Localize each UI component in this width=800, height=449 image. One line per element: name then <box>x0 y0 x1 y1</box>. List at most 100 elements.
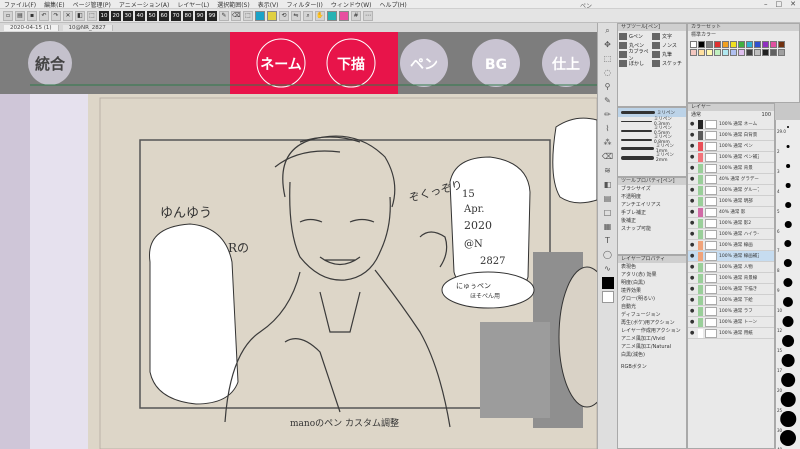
effect-row[interactable]: 表現色 <box>618 263 686 271</box>
pencil-icon[interactable]: ✏ <box>602 109 614 121</box>
effect-row[interactable]: レイヤー作成用アクション <box>618 327 686 335</box>
canvas-tab-2[interactable]: 10@NR_2827 <box>62 24 113 31</box>
brush-size-option[interactable] <box>786 145 790 148</box>
brush-size-preset-70[interactable]: 70 <box>171 10 181 21</box>
prop-post-correction[interactable]: 後補正 <box>618 217 686 225</box>
layer-color-icon[interactable] <box>339 10 349 21</box>
brush-size-preset-99[interactable]: 99 <box>207 10 217 21</box>
brush-size-preset-90[interactable]: 90 <box>195 10 205 21</box>
eye-icon[interactable]: ● <box>690 242 696 248</box>
brush-size-preset-10[interactable]: 10 <box>99 10 109 21</box>
color-swatch[interactable] <box>738 41 745 48</box>
select-icon[interactable]: ⬚ <box>602 53 614 65</box>
eye-icon[interactable]: ● <box>690 121 696 127</box>
layer-row[interactable]: ● 100% 通常 トーン <box>688 317 774 328</box>
menu-select[interactable]: 選択範囲(S) <box>213 0 254 9</box>
brush-size-preset-60[interactable]: 60 <box>159 10 169 21</box>
brush-size-option[interactable] <box>785 183 791 188</box>
figure-icon[interactable]: □ <box>602 207 614 219</box>
move-icon[interactable]: ✥ <box>602 39 614 51</box>
color-swatch[interactable] <box>698 41 705 48</box>
eye-icon[interactable]: ● <box>690 330 696 336</box>
fill-icon[interactable]: ◧ <box>602 179 614 191</box>
menu-window[interactable]: ウィンドウ(W) <box>327 0 376 9</box>
eye-icon[interactable]: ● <box>690 253 696 259</box>
layer-row[interactable]: ● 100% 通常 線画 <box>688 240 774 251</box>
eye-icon[interactable]: ● <box>690 209 696 215</box>
menu-help[interactable]: ヘルプ(H) <box>375 0 410 9</box>
color-swatch[interactable] <box>746 41 753 48</box>
eraser-icon[interactable]: ⌫ <box>602 151 614 163</box>
save-icon[interactable]: ▪ <box>27 10 37 21</box>
sub-tool-sketch[interactable]: スケッチ <box>652 59 685 68</box>
effect-row[interactable]: アニメ風加工/Natural <box>618 343 686 351</box>
close-icon[interactable]: ✕ <box>790 0 796 8</box>
effect-row[interactable]: グロー(明るい) <box>618 295 686 303</box>
background-color-icon[interactable] <box>601 291 614 303</box>
blend-mode[interactable]: 通常 <box>691 111 701 119</box>
eye-icon[interactable]: ● <box>690 275 696 281</box>
prop-opacity[interactable]: 不透明度 <box>618 193 686 201</box>
brush-size-option[interactable] <box>784 221 792 228</box>
sub-tool-kabura[interactable]: カブラペン <box>619 49 652 62</box>
eye-icon[interactable]: ● <box>690 165 696 171</box>
brush-size-option[interactable] <box>780 411 796 427</box>
selection-icon[interactable]: ⬚ <box>243 10 253 21</box>
effect-row[interactable]: 境界効果 <box>618 287 686 295</box>
eye-icon[interactable]: ● <box>690 198 696 204</box>
color-swatch[interactable] <box>722 41 729 48</box>
menu-page[interactable]: ページ管理(P) <box>69 0 115 9</box>
gradient-icon[interactable]: ▤ <box>602 193 614 205</box>
brush-size-option[interactable] <box>782 316 794 327</box>
color-swatch[interactable] <box>706 41 713 48</box>
color-swatch[interactable] <box>738 49 745 56</box>
rgb-button[interactable]: RGBボタン <box>618 363 686 371</box>
brush-size-option[interactable] <box>785 202 791 208</box>
prop-stabilization[interactable]: 手ブレ補正 <box>618 209 686 217</box>
fill-icon[interactable]: ◧ <box>75 10 85 21</box>
eye-icon[interactable]: ● <box>690 264 696 270</box>
sub-tool-g-pen[interactable]: Gペン <box>619 32 652 41</box>
eye-icon[interactable]: ● <box>690 154 696 160</box>
color-swatch[interactable] <box>778 49 785 56</box>
hand-icon[interactable]: ✋ <box>315 10 325 21</box>
eye-icon[interactable]: ● <box>690 176 696 182</box>
sub-tool-text[interactable]: 文字 <box>652 32 685 41</box>
prop-antialias[interactable]: アンチエイリアス <box>618 201 686 209</box>
foreground-color-icon[interactable] <box>601 277 614 289</box>
flip-icon[interactable]: ⇋ <box>291 10 301 21</box>
effect-row[interactable]: 明度(白黒) <box>618 279 686 287</box>
eye-icon[interactable]: ● <box>690 297 696 303</box>
grid-icon[interactable]: # <box>351 10 361 21</box>
brush-size-option[interactable] <box>786 164 790 168</box>
brush-size-option[interactable] <box>781 373 795 387</box>
pen-icon[interactable]: ✎ <box>219 10 229 21</box>
more-icon[interactable]: ⋯ <box>363 10 373 21</box>
brush-size-preset-40[interactable]: 40 <box>135 10 145 21</box>
color-swatch[interactable] <box>698 49 705 56</box>
undo-icon[interactable]: ↶ <box>39 10 49 21</box>
effect-row[interactable]: アタリ(赤) 効果 <box>618 271 686 279</box>
eye-icon[interactable]: ● <box>690 187 696 193</box>
minimize-icon[interactable]: – <box>764 0 768 8</box>
maximize-icon[interactable]: □ <box>776 0 783 8</box>
menu-filter[interactable]: フィルター(I) <box>283 0 327 9</box>
header-circle-finish[interactable]: 仕上 <box>542 39 590 87</box>
clear-icon[interactable]: ✕ <box>63 10 73 21</box>
layer-row[interactable]: ● 100% 通常 下絵 <box>688 295 774 306</box>
layer-row[interactable]: ● 40% 通常 グラデーション <box>688 174 774 185</box>
brush-size-option[interactable] <box>783 278 793 288</box>
brush-size-option[interactable] <box>783 259 793 268</box>
layer-row[interactable]: ● 100% 通常 影2 <box>688 218 774 229</box>
brush-size-option[interactable] <box>781 354 795 367</box>
eye-icon[interactable]: ● <box>690 143 696 149</box>
layer-row[interactable]: ● 40% 通常 影 <box>688 207 774 218</box>
color-swatch[interactable] <box>762 49 769 56</box>
prop-snap[interactable]: スナップ可能 <box>618 225 686 233</box>
eraser-icon[interactable]: ⌫ <box>231 10 241 21</box>
sub-tool-blur[interactable]: ぼかし <box>619 59 652 68</box>
brush-size-option[interactable] <box>784 240 792 248</box>
effect-row[interactable]: ディフュージョン <box>618 311 686 319</box>
layer-row[interactable]: ● 100% 通常 明部 <box>688 196 774 207</box>
layer-row[interactable]: ● 100% 通常 ペン <box>688 141 774 152</box>
